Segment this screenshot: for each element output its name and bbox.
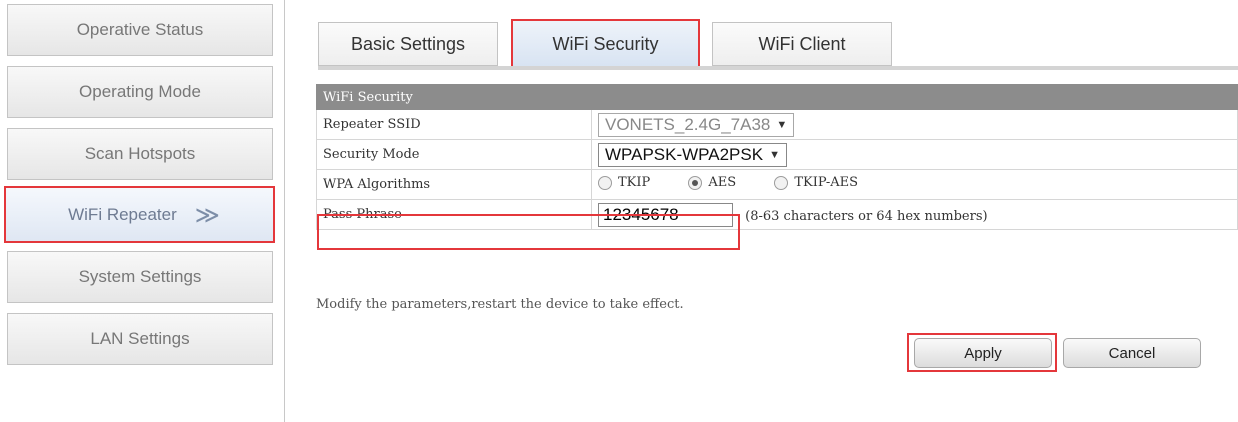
table-row: Security Mode WPAPSK-WPA2PSK ▼	[316, 139, 1238, 170]
radio-tkip[interactable]: TKIP	[598, 175, 650, 190]
caret-down-icon: ▼	[776, 118, 788, 131]
select-value: VONETS_2.4G_7A38	[605, 114, 771, 134]
tab-wifi-client[interactable]: WiFi Client	[712, 22, 892, 66]
radio-tkip-aes[interactable]: TKIP-AES	[774, 175, 858, 190]
sidebar-item-operating-mode[interactable]: Operating Mode	[7, 66, 273, 118]
tab-label: Basic Settings	[350, 33, 466, 54]
tab-basic-settings[interactable]: Basic Settings	[318, 22, 498, 66]
repeater-ssid-label: Repeater SSID	[316, 109, 592, 140]
sidebar-item-label: Operative Status	[76, 20, 204, 39]
tab-underline	[318, 66, 1238, 70]
select-value: WPAPSK-WPA2PSK	[605, 144, 764, 164]
radio-icon	[598, 175, 612, 190]
security-mode-select[interactable]: WPAPSK-WPA2PSK ▼	[598, 142, 787, 167]
repeater-ssid-select[interactable]: VONETS_2.4G_7A38 ▼	[598, 112, 795, 137]
tab-label: WiFi Security	[552, 34, 659, 54]
section-header: WiFi Security	[316, 84, 1238, 110]
restart-note: Modify the parameters,restart the device…	[316, 297, 684, 312]
sidebar: Operative Status Operating Mode Scan Hot…	[0, 0, 282, 422]
security-mode-label: Security Mode	[316, 139, 592, 170]
table-row: Repeater SSID VONETS_2.4G_7A38 ▼	[316, 109, 1238, 140]
wifi-security-table: WiFi Security Repeater SSID VONETS_2.4G_…	[316, 84, 1238, 230]
button-label: Apply	[964, 344, 1002, 362]
sidebar-item-label: System Settings	[78, 267, 202, 286]
tab-wifi-security[interactable]: WiFi Security	[511, 19, 700, 70]
sidebar-item-scan-hotspots[interactable]: Scan Hotspots	[7, 128, 273, 180]
cancel-button[interactable]: Cancel	[1063, 338, 1201, 368]
input-value: 12345678	[603, 204, 679, 224]
radio-icon	[774, 175, 789, 190]
sidebar-item-operative-status[interactable]: Operative Status	[7, 4, 273, 56]
tab-label: WiFi Client	[758, 33, 846, 54]
sidebar-divider	[284, 0, 285, 422]
radio-label: TKIP-AES	[794, 175, 859, 191]
radio-aes[interactable]: AES	[688, 175, 736, 190]
radio-label: AES	[708, 175, 737, 191]
radio-checked-icon	[688, 175, 703, 190]
table-row: WPA Algorithms TKIP AES TKIP-AES	[316, 169, 1238, 200]
caret-down-icon: ▼	[769, 148, 780, 161]
table-header-row: WiFi Security	[316, 84, 1238, 110]
sidebar-item-system-settings[interactable]: System Settings	[7, 251, 273, 303]
sidebar-item-label: LAN Settings	[90, 329, 190, 348]
apply-button[interactable]: Apply	[914, 338, 1052, 368]
sidebar-item-label: Operating Mode	[79, 82, 201, 101]
sidebar-item-lan-settings[interactable]: LAN Settings	[7, 313, 273, 365]
sidebar-item-wifi-repeater[interactable]: WiFi Repeater ≫	[4, 186, 275, 243]
double-chevron-right-icon: ≫	[194, 200, 220, 229]
button-label: Cancel	[1108, 344, 1156, 362]
pass-phrase-hint: (8-63 characters or 64 hex numbers)	[745, 208, 988, 224]
pass-phrase-input[interactable]: 12345678	[598, 202, 733, 227]
sidebar-item-label: WiFi Repeater	[68, 204, 177, 224]
wpa-algorithms-label: WPA Algorithms	[316, 169, 592, 200]
radio-label: TKIP	[618, 175, 651, 191]
sidebar-item-label: Scan Hotspots	[84, 144, 196, 163]
pass-phrase-label: Pass Phrase	[316, 199, 592, 230]
table-row: Pass Phrase 12345678 (8-63 characters or…	[316, 199, 1238, 230]
